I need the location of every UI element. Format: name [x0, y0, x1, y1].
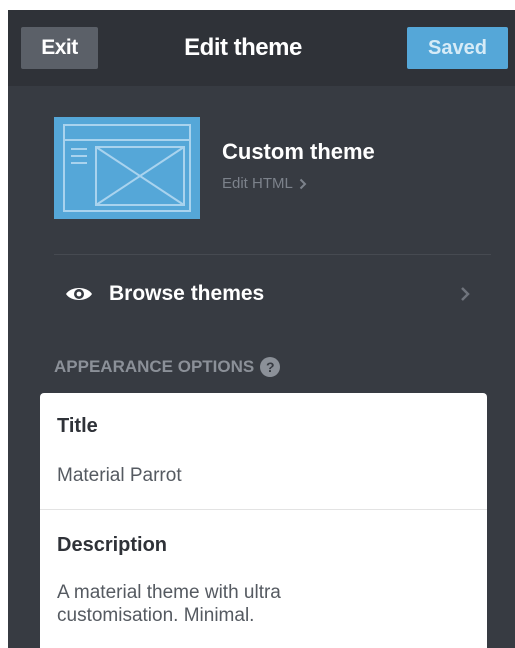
browse-themes-row[interactable]: Browse themes	[54, 266, 491, 322]
exit-button[interactable]: Exit	[21, 27, 98, 69]
help-icon[interactable]: ?	[260, 357, 281, 377]
theme-name: Custom theme	[222, 139, 375, 164]
edit-html-link[interactable]: Edit HTML	[222, 175, 307, 192]
browse-themes-label: Browse themes	[109, 282, 265, 305]
appearance-options-card: Title Material Parrot Description A mate…	[40, 393, 487, 648]
eye-icon	[66, 288, 92, 300]
description-field-value[interactable]: A material theme with ultra customisatio…	[57, 581, 347, 627]
top-bar: Exit Edit theme Saved	[8, 10, 515, 86]
saved-button[interactable]: Saved	[407, 27, 508, 69]
chevron-right-icon	[461, 287, 470, 301]
edit-html-label: Edit HTML	[222, 175, 293, 192]
appearance-options-heading: APPEARANCE OPTIONS ?	[54, 357, 281, 377]
theme-thumbnail[interactable]	[54, 117, 200, 219]
title-field-label: Title	[57, 415, 98, 437]
description-field-label: Description	[57, 534, 168, 556]
appearance-options-label: APPEARANCE OPTIONS	[54, 357, 255, 376]
divider	[54, 254, 491, 255]
chevron-right-icon	[299, 178, 307, 189]
layout-icon	[63, 124, 191, 212]
field-divider	[40, 509, 487, 510]
theme-editor-panel: Exit Edit theme Saved Custom theme Edit …	[8, 10, 515, 648]
page-title: Edit theme	[184, 34, 302, 61]
title-field-value[interactable]: Material Parrot	[57, 464, 182, 487]
